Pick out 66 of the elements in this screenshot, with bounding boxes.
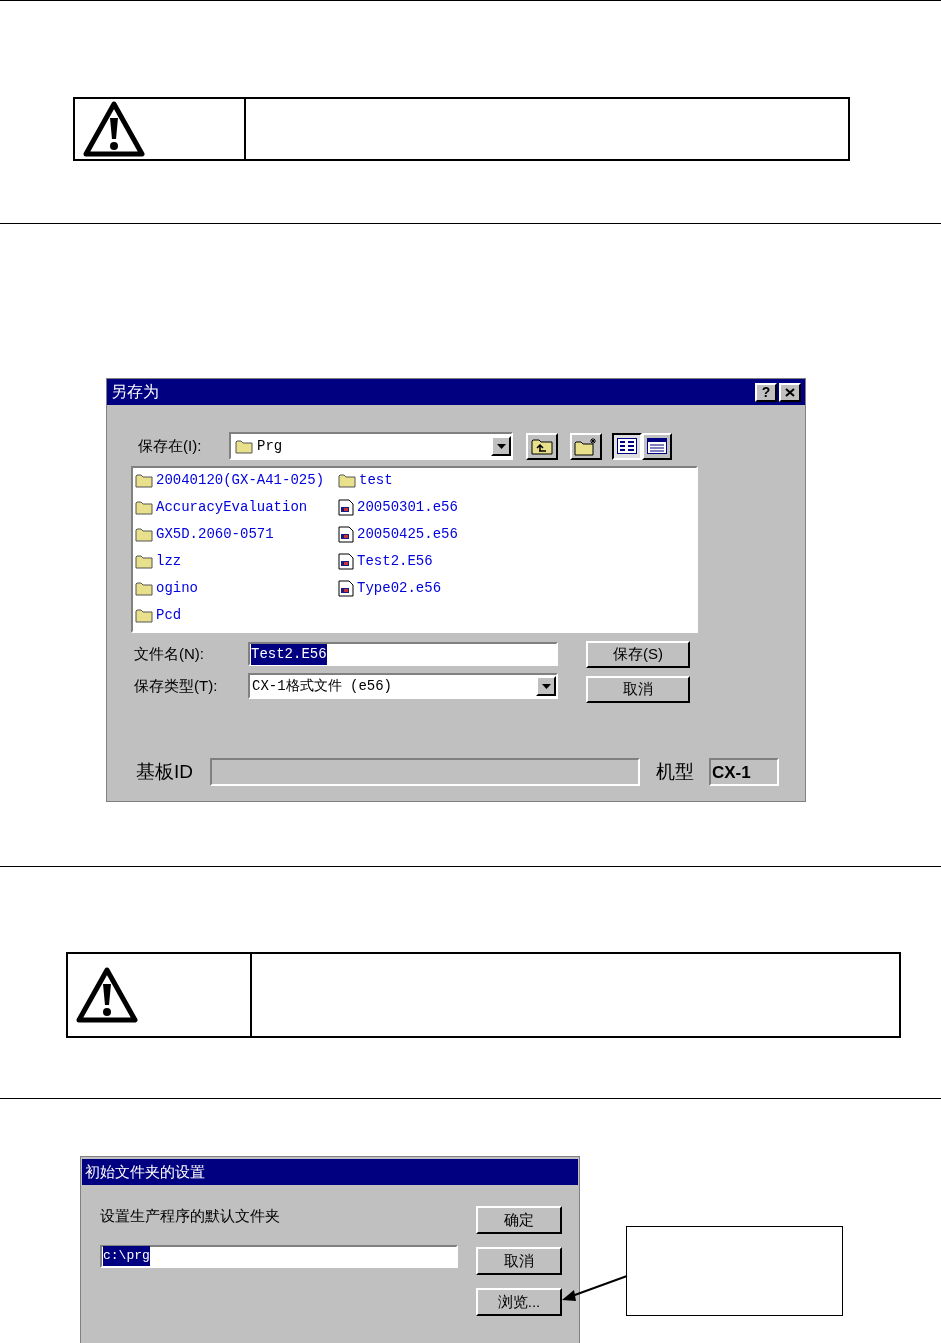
details-view-icon: [647, 438, 667, 454]
window-title: 初始文件夹的设置: [85, 1161, 205, 1182]
file-list-item[interactable]: 20040120(GX-A41-025): [135, 469, 325, 491]
ok-button[interactable]: 确定: [476, 1206, 562, 1234]
file-list-item[interactable]: lzz: [135, 550, 325, 572]
folder-icon: [338, 472, 357, 488]
field-label: 保存在(I):: [138, 435, 203, 456]
file-list-item[interactable]: Test2.E56: [338, 550, 458, 572]
cancel-button[interactable]: 取消: [476, 1247, 562, 1275]
field-label: 基板ID: [136, 760, 194, 784]
browse-button[interactable]: 浏览...: [476, 1288, 562, 1316]
folder-icon: [135, 472, 153, 488]
cancel-button[interactable]: 取消: [586, 676, 690, 703]
dropdown-value: CX-1格式文件 (e56): [252, 676, 393, 696]
warning-icon: [83, 101, 145, 157]
close-icon: [785, 387, 795, 397]
file-list-item[interactable]: ogino: [135, 577, 325, 599]
file-list-item[interactable]: test: [338, 469, 458, 491]
open-folder-icon: [235, 438, 253, 454]
file-icon: [338, 579, 355, 597]
file-list-item[interactable]: 20050301.e56: [338, 496, 458, 518]
new-folder-icon: [574, 436, 598, 456]
dropdown-value: Prg: [257, 436, 284, 456]
field-value: CX-1: [712, 761, 751, 784]
folder-icon: [135, 526, 153, 542]
field-value: Test2.E56: [251, 643, 327, 665]
file-icon: [338, 498, 355, 516]
help-button[interactable]: ?: [755, 382, 777, 402]
new-folder-button[interactable]: [570, 432, 602, 460]
dropdown-button[interactable]: [491, 436, 511, 456]
folder-icon: [135, 607, 153, 623]
list-view-button[interactable]: [612, 432, 642, 460]
save-button[interactable]: 保存(S): [586, 641, 690, 668]
field-label: 文件名(N):: [134, 643, 205, 664]
file-list-item[interactable]: AccuracyEvaluation: [135, 496, 325, 518]
folder-icon: [135, 580, 153, 596]
list-view-icon: [617, 438, 637, 454]
file-icon: [338, 525, 355, 543]
location-dropdown[interactable]: Prg: [229, 432, 513, 460]
file-list-item[interactable]: 20050425.e56: [338, 523, 458, 545]
warning-icon: [76, 967, 138, 1023]
details-view-button[interactable]: [642, 432, 672, 460]
folder-icon: [135, 553, 153, 569]
caret-icon: [541, 683, 551, 689]
file-list-item[interactable]: GX5D.2060-0571: [135, 523, 325, 545]
leader-arrow: [562, 1275, 628, 1301]
file-name-field[interactable]: Test2.E56: [248, 642, 558, 666]
prompt-text: 设置生产程序的默认文件夹: [100, 1206, 281, 1226]
file-list-item[interactable]: Type02.e56: [338, 577, 458, 599]
model-field[interactable]: CX-1: [709, 758, 779, 787]
file-list[interactable]: 20040120(GX-A41-025) AccuracyEvaluation GX5D.2060-0571 lzz ogino Pcd test 20050301.e56 20050425.e56 Test2.E56 Type02.e56: [131, 466, 698, 633]
field-label: 保存类型(T):: [134, 675, 219, 696]
file-list-item[interactable]: Pcd: [135, 604, 325, 626]
file-type-dropdown[interactable]: CX-1格式文件 (e56): [248, 673, 558, 699]
up-folder-icon: [531, 437, 553, 455]
caret-icon: [496, 443, 506, 449]
folder-path-field[interactable]: c:\prg: [100, 1244, 458, 1268]
field-label: 机型: [656, 760, 695, 784]
up-folder-button[interactable]: [526, 432, 558, 460]
file-icon: [338, 552, 355, 570]
field-value: c:\prg: [103, 1246, 150, 1266]
board-id-field[interactable]: [210, 758, 640, 787]
dropdown-button[interactable]: [536, 676, 556, 696]
folder-icon: [135, 499, 153, 515]
window-title: 另存为: [111, 382, 160, 402]
close-button[interactable]: [779, 382, 801, 402]
